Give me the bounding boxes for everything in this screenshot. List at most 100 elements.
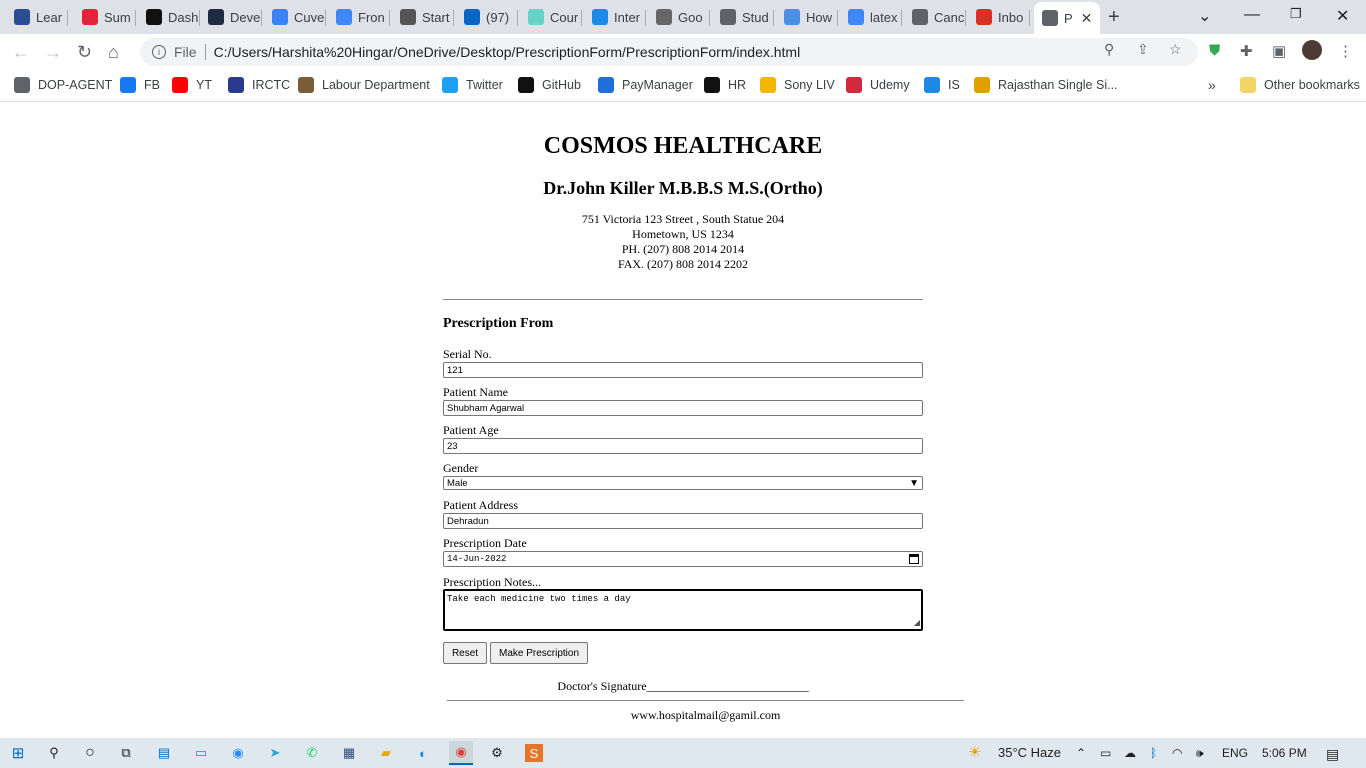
gender-select[interactable]: Male ▼: [443, 476, 923, 490]
browser-tab[interactable]: latex: [840, 4, 902, 30]
profile-avatar[interactable]: [1302, 40, 1322, 60]
bookmark-item[interactable]: DOP-AGENT: [14, 77, 112, 93]
phone-line: PH. (207) 808 2014 2014: [621, 242, 745, 256]
bookmark-item[interactable]: IS: [924, 77, 960, 93]
close-window-icon[interactable]: ✕: [1336, 6, 1349, 26]
wifi-icon[interactable]: ◠: [1172, 746, 1182, 760]
bookmark-item[interactable]: IRCTC: [228, 77, 290, 93]
tray-chevron-icon[interactable]: ⌃: [1076, 746, 1086, 760]
browser-tab[interactable]: Cour: [520, 4, 582, 30]
bluetooth-icon[interactable]: ᛒ: [1150, 746, 1157, 760]
bookmark-item[interactable]: YT: [172, 77, 212, 93]
bookmark-label: Rajasthan Single Si...: [998, 78, 1118, 92]
language-indicator[interactable]: ENG: [1222, 746, 1248, 760]
browser-tab[interactable]: Inter: [584, 4, 646, 30]
url-text[interactable]: C:/Users/Harshita%20Hingar/OneDrive/Desk…: [214, 44, 801, 60]
browser-tab[interactable]: Cuve: [264, 4, 326, 30]
settings-gear-icon[interactable]: ⚙: [488, 744, 506, 762]
other-bookmarks[interactable]: Other bookmarks: [1240, 77, 1360, 93]
make-prescription-button[interactable]: Make Prescription: [490, 642, 588, 664]
more-bookmarks-icon[interactable]: »: [1208, 77, 1216, 93]
browser-tab[interactable]: P ✕: [1034, 2, 1100, 34]
resize-grip-icon[interactable]: ◢: [914, 618, 920, 628]
patient-name-input[interactable]: Shubham Agarwal: [443, 400, 923, 416]
bookmark-label: Sony LIV: [784, 78, 835, 92]
patient-age-input[interactable]: 23: [443, 438, 923, 454]
zoom-app-icon[interactable]: ◉: [229, 744, 247, 762]
gender-label: Gender: [443, 461, 479, 475]
browser-tab[interactable]: Start: [392, 4, 454, 30]
hackerrank-icon: [704, 77, 720, 93]
reload-icon[interactable]: ↻: [77, 42, 92, 63]
reset-button[interactable]: Reset: [443, 642, 487, 664]
prescription-notes-textarea[interactable]: Take each medicine two times a day ◢: [443, 589, 923, 631]
form-heading: Prescription From: [443, 316, 554, 331]
volume-icon[interactable]: 🕪: [1196, 746, 1204, 761]
notification-icon[interactable]: ▤: [1326, 746, 1339, 763]
tab-search-icon[interactable]: ⌄: [1198, 6, 1211, 26]
cortana-icon[interactable]: ○: [81, 744, 99, 762]
browser-tab[interactable]: Stud: [712, 4, 774, 30]
browser-tab[interactable]: Lear: [6, 4, 68, 30]
browser-tab[interactable]: Canc: [904, 4, 966, 30]
monitor-icon[interactable]: ▭: [192, 744, 210, 762]
calendar-icon[interactable]: [909, 554, 919, 564]
search-icon[interactable]: ⚲: [45, 744, 63, 762]
share-icon[interactable]: ⇪: [1137, 41, 1149, 58]
docs-icon: [336, 9, 352, 25]
bookmark-star-icon[interactable]: ☆: [1169, 41, 1182, 58]
tab-label: Cuve: [294, 9, 325, 25]
browser-tab[interactable]: Sum: [74, 4, 136, 30]
sublime-icon[interactable]: S: [525, 744, 543, 762]
menu-icon[interactable]: ⋮: [1338, 42, 1353, 60]
windows-start-icon[interactable]: ⊞: [9, 744, 27, 762]
browser-tab[interactable]: Dash: [138, 4, 200, 30]
prescription-date-input[interactable]: 14-Jun-2022: [443, 551, 923, 567]
telegram-icon[interactable]: ➤: [266, 744, 284, 762]
forward-icon[interactable]: →: [44, 42, 62, 63]
minimize-icon[interactable]: —: [1244, 6, 1260, 24]
back-icon[interactable]: ←: [12, 42, 30, 63]
chrome-icon[interactable]: ◉: [449, 741, 473, 765]
browser-tab[interactable]: (97): [456, 4, 518, 30]
bookmark-item[interactable]: Labour Department: [298, 77, 430, 93]
address-bar[interactable]: i File C:/Users/Harshita%20Hingar/OneDri…: [140, 38, 1198, 66]
extensions-icon[interactable]: ✚: [1240, 42, 1253, 60]
clock[interactable]: 5:06 PM: [1262, 746, 1307, 760]
edge-icon[interactable]: ◐: [414, 744, 432, 762]
zoom-icon[interactable]: ⚲: [1104, 41, 1114, 58]
shield-extension-icon[interactable]: ⛊: [1209, 42, 1220, 59]
close-tab-icon[interactable]: ✕: [1081, 10, 1093, 27]
file-explorer-icon[interactable]: ▰: [377, 744, 395, 762]
bookmark-item[interactable]: Rajasthan Single Si...: [974, 77, 1118, 93]
bookmark-item[interactable]: FB: [120, 77, 160, 93]
browser-tab[interactable]: Deve: [200, 4, 262, 30]
patient-address-input[interactable]: Dehradun: [443, 513, 923, 529]
store-icon[interactable]: ▤: [155, 744, 173, 762]
new-tab-button[interactable]: +: [1108, 6, 1120, 29]
info-icon[interactable]: i: [152, 45, 166, 59]
task-view-icon[interactable]: ⧉: [117, 744, 135, 762]
bookmark-item[interactable]: HR: [704, 77, 746, 93]
browser-tab[interactable]: Goo: [648, 4, 710, 30]
cloud-icon[interactable]: ☁: [1124, 746, 1136, 760]
browser-tab[interactable]: How: [776, 4, 838, 30]
bookmark-item[interactable]: PayManager: [598, 77, 693, 93]
weather-text[interactable]: 35°C Haze: [998, 745, 1061, 760]
bookmark-item[interactable]: Udemy: [846, 77, 910, 93]
browser-tab[interactable]: Inbo: [968, 4, 1030, 30]
restore-icon[interactable]: ❐: [1290, 6, 1302, 22]
bookmark-item[interactable]: GitHub: [518, 77, 581, 93]
bookmark-item[interactable]: Twitter: [442, 77, 503, 93]
side-panel-icon[interactable]: ▣: [1272, 42, 1286, 60]
home-icon[interactable]: ⌂: [108, 42, 119, 63]
photos-icon[interactable]: ▦: [340, 744, 358, 762]
browser-tab[interactable]: Fron: [328, 4, 390, 30]
weather-icon[interactable]: ☀: [968, 743, 981, 761]
whatsapp-icon[interactable]: ✆: [303, 744, 321, 762]
serial-input[interactable]: 121: [443, 362, 923, 378]
patient-name-label: Patient Name: [443, 385, 508, 399]
bookmark-item[interactable]: Sony LIV: [760, 77, 835, 93]
battery-icon[interactable]: ▭: [1100, 746, 1111, 760]
hashnode-icon: [208, 9, 224, 25]
